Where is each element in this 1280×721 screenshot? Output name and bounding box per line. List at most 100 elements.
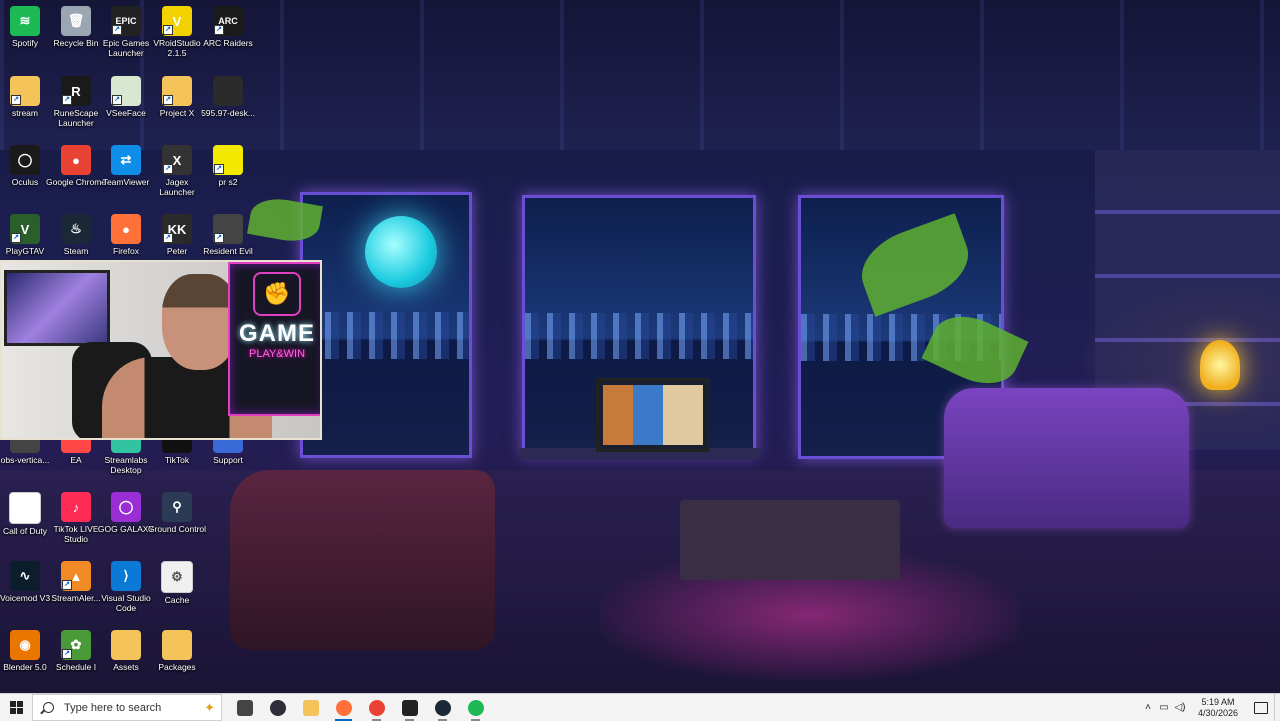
streamer-head [162,274,238,370]
spotify-icon [467,699,484,716]
taskbar-spotify-button[interactable] [459,694,492,721]
desktop-icon-label: Ground Control [147,524,207,534]
taskbar-firefox-button[interactable] [327,694,360,721]
assets-icon [111,630,141,660]
playgtav-icon: V ↗ [10,214,40,244]
shortcut-arrow-icon: ↗ [62,580,72,590]
visual-studio-code-icon: ⟩ [111,561,141,591]
pr-s2-icon: ↗ [213,145,243,175]
peter-icon: KK ↗ [162,214,192,244]
network-icon[interactable]: ▭ [1156,694,1172,721]
neon-sign-sub: PLAY&WIN [248,348,306,360]
clock-time: 5:19 AM [1201,696,1235,707]
runescape-launcher-icon: R ↗ [61,76,91,106]
taskbar-steam-button[interactable] [426,694,459,721]
teamviewer-icon: ⇄ [111,145,141,175]
taskbar-chrome-button[interactable] [360,694,393,721]
gog-galaxy-icon: ◯ [111,492,141,522]
taskbar-vroid-button[interactable] [393,694,426,721]
fist-icon: ✊ [253,272,301,316]
resident-evil-icon: ↗ [213,214,243,244]
search-icon [43,702,54,713]
show-desktop-button[interactable] [1274,694,1280,721]
blender-5-0-icon: ◉ [10,630,40,660]
clock[interactable]: 5:19 AM 4/30/2026 [1188,697,1248,719]
wallpaper-couch [944,388,1189,528]
desktop-icon-label: Resident Evil [203,246,253,256]
firefox-icon [335,699,352,716]
chrome-icon [368,699,385,716]
obs-icon [269,699,286,716]
shortcut-arrow-icon: ↗ [11,95,21,105]
wallpaper-armchair [230,470,495,650]
volume-icon[interactable]: ◁) [1172,694,1188,721]
taskbar-search-box[interactable]: Type here to search ✦ [32,694,222,721]
system-tray: ˄ ▭ ◁) 5:19 AM 4/30/2026 [1140,694,1280,721]
wallpaper-coffee-table [680,500,900,580]
desktop-icon-arc-raiders[interactable]: ARC ↗ ARC Raiders [198,0,258,48]
show-hidden-icons-chevron-icon[interactable]: ˄ [1140,694,1156,721]
shortcut-arrow-icon: ↗ [163,164,173,174]
shortcut-arrow-icon: ↗ [163,233,173,243]
jagex-launcher-icon: X ↗ [162,145,192,175]
vseeface-icon: ↗ [111,76,141,106]
desktop-icon-label: ARC Raiders [203,38,253,48]
steam-icon [434,699,451,716]
shortcut-arrow-icon: ↗ [112,95,122,105]
shortcut-arrow-icon: ↗ [214,233,224,243]
shortcut-arrow-icon: ↗ [163,25,173,35]
taskbar-obs-button[interactable] [261,694,294,721]
stream-icon: ↗ [10,76,40,106]
clock-date: 4/30/2026 [1197,707,1239,718]
start-button[interactable] [0,694,32,721]
firefox-icon: ● [111,214,141,244]
desktop-icon-label: Cache [164,595,190,605]
taskbar-file-explorer-button[interactable] [294,694,327,721]
cache-icon: ⚙ [161,561,193,593]
desktop-icon-label: Packages [158,662,196,672]
595-97-desk-icon [213,76,243,106]
desktop-icon-cache[interactable]: ⚙ Cache [147,555,207,605]
desktop-icon-pr-s2[interactable]: ↗ pr s2 [198,139,258,187]
taskbar-pinned-apps [228,694,492,721]
shortcut-arrow-icon: ↗ [214,25,224,35]
desktop-icon-packages[interactable]: Packages [147,624,207,672]
task-view-icon [236,699,253,716]
taskbar: Type here to search ✦ ˄ ▭ ◁) 5:19 AM 4/3… [0,693,1280,721]
webcam-overlay: ✊ GAME PLAY&WIN [0,260,322,440]
voicemod-v3-icon: ∿ [10,561,40,591]
file-explorer-icon [302,699,319,716]
wallpaper-lamp [1200,340,1240,390]
shortcut-arrow-icon: ↗ [214,164,224,174]
shortcut-arrow-icon: ↗ [62,649,72,659]
taskbar-task-view-button[interactable] [228,694,261,721]
desktop-icon-label: pr s2 [218,177,238,187]
notification-center-button[interactable] [1248,694,1274,721]
shortcut-arrow-icon: ↗ [62,95,72,105]
ground-control-icon: ⚲ [162,492,192,522]
desktop-icon-595-97-desk[interactable]: 595.97-desk... [198,70,258,118]
vroid-icon [401,699,418,716]
desktop-wallpaper: ≋ Spotify 🗑 Recycle Bin EPIC ↗ Epic Games Laun… [0,0,1280,693]
search-highlight-icon: ✦ [204,700,215,715]
notification-icon [1254,701,1268,714]
desktop-icon-label: Support [213,455,243,465]
desktop-icon-ground-control[interactable]: ⚲ Ground Control [147,486,207,534]
packages-icon [162,630,192,660]
schedule-i-icon: ✿ ↗ [61,630,91,660]
streamaler-icon: ▲ ↗ [61,561,91,591]
oculus-icon: ◯ [10,145,40,175]
search-placeholder: Type here to search [64,701,162,714]
wallpaper-moon [365,216,437,288]
neon-sign-word: GAME [239,320,315,347]
arc-raiders-icon: ARC ↗ [213,6,243,36]
desktop-icon-label: 595.97-desk... [201,108,255,118]
project-x-icon: ↗ [162,76,192,106]
call-of-duty-icon [9,492,41,524]
shortcut-arrow-icon: ↗ [163,95,173,105]
wallpaper-monitor [596,378,710,452]
tiktok-live-studio-icon: ♪ [61,492,91,522]
desktop-icon-resident-evil[interactable]: ↗ Resident Evil [198,208,258,256]
vroidstudio-2-1-5-icon: V ↗ [162,6,192,36]
windows-logo-icon [9,701,23,714]
